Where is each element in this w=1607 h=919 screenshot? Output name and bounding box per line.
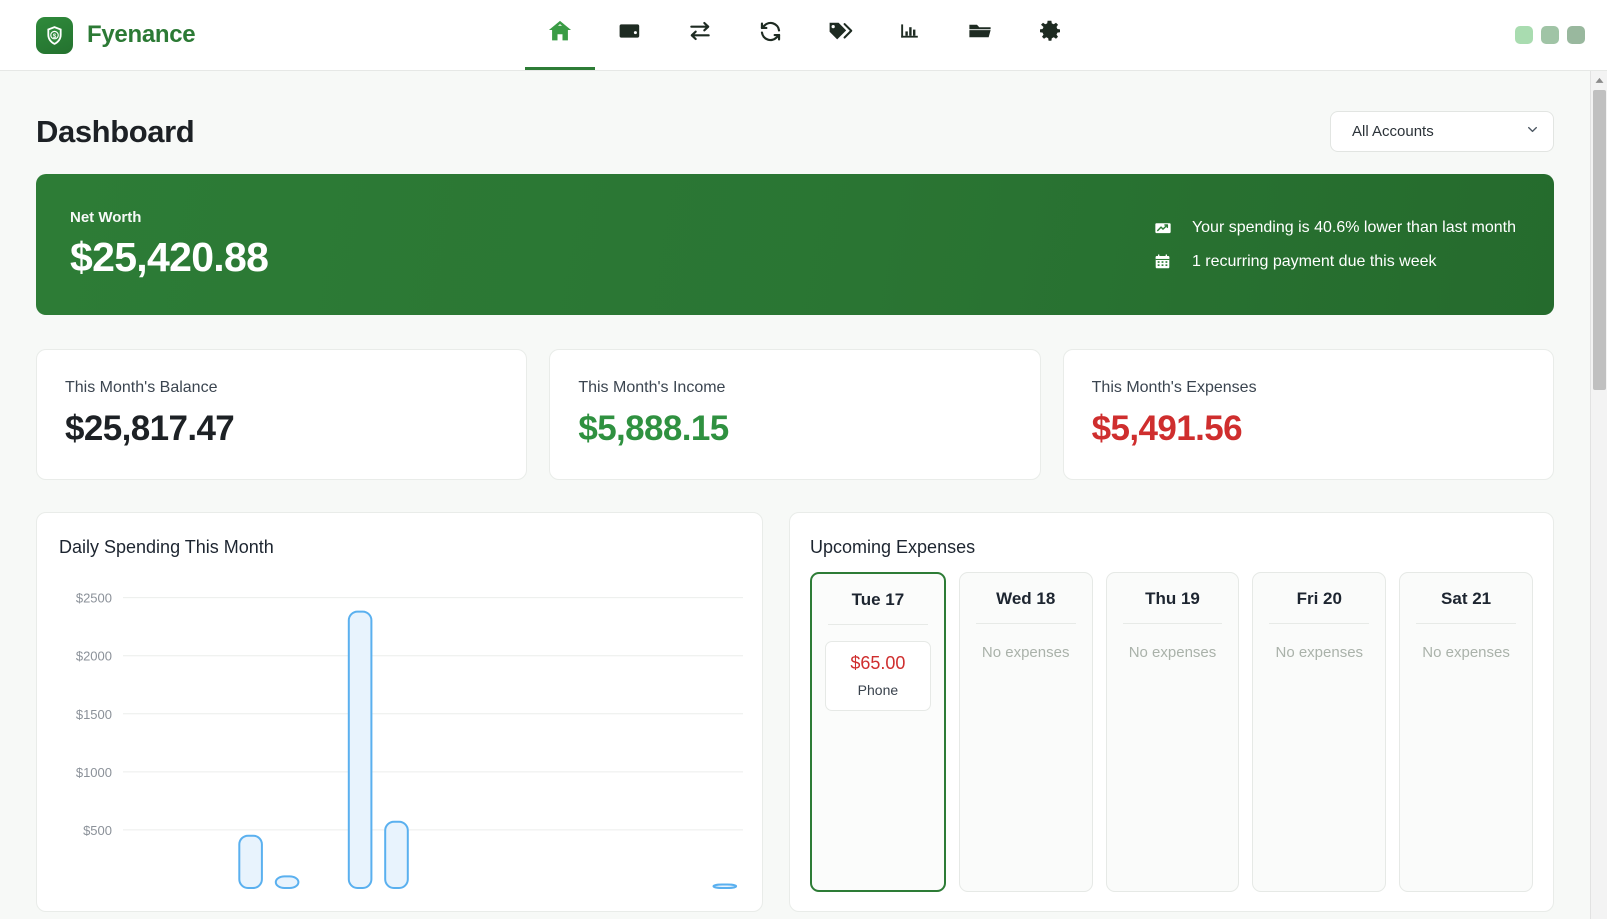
- chart-bar[interactable]: [349, 612, 372, 888]
- upcoming-expenses-title: Upcoming Expenses: [810, 537, 1533, 558]
- stat-card-income: This Month's Income $5,888.15: [549, 349, 1040, 480]
- nav-item-reports[interactable]: [875, 0, 945, 70]
- nav-item-files[interactable]: [945, 0, 1015, 70]
- expense-amount: $65.00: [830, 653, 926, 674]
- nav-item-accounts[interactable]: [595, 0, 665, 70]
- nav-item-settings[interactable]: [1015, 0, 1085, 70]
- net-worth-label: Net Worth: [70, 209, 268, 226]
- insight-spending: Your spending is 40.6% lower than last m…: [1154, 219, 1516, 237]
- page-title: Dashboard: [36, 114, 194, 150]
- scroll-region: Dashboard All Accounts Net Worth $25,420…: [0, 71, 1590, 919]
- chart-bar[interactable]: [385, 822, 408, 888]
- page-header: Dashboard All Accounts: [36, 71, 1554, 174]
- no-expenses-label: No expenses: [970, 644, 1082, 661]
- transfer-arrows-icon: [687, 18, 713, 49]
- stat-label: This Month's Income: [578, 379, 1011, 397]
- upcoming-day-card[interactable]: Fri 20 No expenses: [1252, 572, 1386, 892]
- gear-icon: [1038, 19, 1062, 48]
- upcoming-day-label: Thu 19: [1117, 589, 1229, 609]
- vertical-scrollbar[interactable]: [1590, 71, 1607, 919]
- day-divider: [1416, 623, 1516, 624]
- folder-open-icon: [967, 18, 993, 49]
- stat-card-expenses: This Month's Expenses $5,491.56: [1063, 349, 1554, 480]
- chevron-down-icon: [1526, 123, 1539, 140]
- upcoming-day-card[interactable]: Thu 19 No expenses: [1106, 572, 1240, 892]
- daily-spending-chart[interactable]: $2500 $2000 $1500 $1000 $500: [59, 572, 740, 902]
- upcoming-day-card[interactable]: Tue 17 $65.00 Phone: [810, 572, 946, 892]
- svg-text:$2000: $2000: [76, 649, 112, 664]
- chart-bar[interactable]: [714, 885, 737, 889]
- nav-item-dashboard[interactable]: [525, 0, 595, 70]
- stat-label: This Month's Expenses: [1092, 379, 1525, 397]
- net-worth-banner: Net Worth $25,420.88 Your spending is 40…: [36, 174, 1554, 315]
- stat-value: $25,817.47: [65, 409, 498, 449]
- scrollbar-thumb[interactable]: [1593, 90, 1606, 390]
- svg-text:$1000: $1000: [76, 765, 112, 780]
- stat-value: $5,888.15: [578, 409, 1011, 449]
- daily-spending-panel: Daily Spending This Month $2500 $2000 $150…: [36, 512, 763, 912]
- upcoming-day-label: Tue 17: [822, 590, 934, 610]
- day-divider: [828, 624, 928, 625]
- nav-item-categories[interactable]: [805, 0, 875, 70]
- expense-category: Phone: [830, 682, 926, 698]
- upcoming-expenses-panel: Upcoming Expenses Tue 17 $65.00 Phone Wed 1…: [789, 512, 1554, 912]
- caret-up-icon: [1595, 71, 1604, 89]
- sync-recurring-icon: [758, 19, 783, 49]
- insight-recurring: 1 recurring payment due this week: [1154, 253, 1516, 271]
- upcoming-day-card[interactable]: Sat 21 No expenses: [1399, 572, 1533, 892]
- svg-text:$500: $500: [83, 823, 112, 838]
- chart-line-icon: [1154, 219, 1172, 237]
- wallet-icon: [618, 19, 642, 48]
- home-icon: [547, 18, 573, 49]
- stat-card-balance: This Month's Balance $25,817.47: [36, 349, 527, 480]
- day-divider: [1269, 623, 1369, 624]
- svg-text:$2500: $2500: [76, 591, 112, 606]
- main-viewport: Dashboard All Accounts Net Worth $25,420…: [0, 71, 1607, 919]
- insights-list: Your spending is 40.6% lower than last m…: [1154, 219, 1516, 271]
- scroll-up-button[interactable]: [1591, 71, 1607, 88]
- upcoming-day-label: Fri 20: [1263, 589, 1375, 609]
- upcoming-expense-item[interactable]: $65.00 Phone: [825, 641, 931, 711]
- shield-dollar-icon: $: [36, 17, 73, 54]
- nav-item-recurring[interactable]: [735, 0, 805, 70]
- svg-text:$1500: $1500: [76, 707, 112, 722]
- net-worth-block: Net Worth $25,420.88: [70, 209, 268, 281]
- main-navigation: [525, 0, 1085, 70]
- nav-item-transactions[interactable]: [665, 0, 735, 70]
- app-brand: $ Fyenance: [0, 17, 195, 54]
- stat-value: $5,491.56: [1092, 409, 1525, 449]
- insight-recurring-text: 1 recurring payment due this week: [1192, 253, 1437, 271]
- no-expenses-label: No expenses: [1410, 644, 1522, 661]
- bar-chart-icon: [898, 19, 922, 48]
- account-filter-value: All Accounts: [1352, 123, 1434, 140]
- stat-label: This Month's Balance: [65, 379, 498, 397]
- window-maximize-button[interactable]: [1541, 26, 1559, 44]
- no-expenses-label: No expenses: [1263, 644, 1375, 661]
- net-worth-value: $25,420.88: [70, 234, 268, 281]
- window-close-button[interactable]: [1567, 26, 1585, 44]
- account-filter-select[interactable]: All Accounts: [1330, 111, 1554, 152]
- daily-spending-title: Daily Spending This Month: [59, 537, 740, 558]
- no-expenses-label: No expenses: [1117, 644, 1229, 661]
- panel-row: Daily Spending This Month $2500 $2000 $150…: [36, 512, 1554, 912]
- day-divider: [1123, 623, 1223, 624]
- chart-bar[interactable]: [239, 836, 262, 888]
- upcoming-days-row: Tue 17$65.00PhoneWed 18No expensesThu 19…: [810, 572, 1533, 892]
- bar-chart-svg: $2500 $2000 $1500 $1000 $500: [59, 572, 749, 892]
- upcoming-day-card[interactable]: Wed 18 No expenses: [959, 572, 1093, 892]
- tags-icon: [827, 18, 853, 49]
- insight-spending-text: Your spending is 40.6% lower than last m…: [1192, 219, 1516, 237]
- chart-bar[interactable]: [276, 876, 299, 888]
- dashboard-page: Dashboard All Accounts Net Worth $25,420…: [0, 71, 1590, 912]
- window-controls: [1515, 0, 1585, 70]
- app-name: Fyenance: [87, 21, 195, 49]
- stat-card-row: This Month's Balance $25,817.47 This Mon…: [36, 349, 1554, 480]
- upcoming-day-label: Sat 21: [1410, 589, 1522, 609]
- window-titlebar: $ Fyenance: [0, 0, 1607, 71]
- day-divider: [976, 623, 1076, 624]
- window-minimize-button[interactable]: [1515, 26, 1533, 44]
- upcoming-day-label: Wed 18: [970, 589, 1082, 609]
- calendar-icon: [1154, 253, 1172, 270]
